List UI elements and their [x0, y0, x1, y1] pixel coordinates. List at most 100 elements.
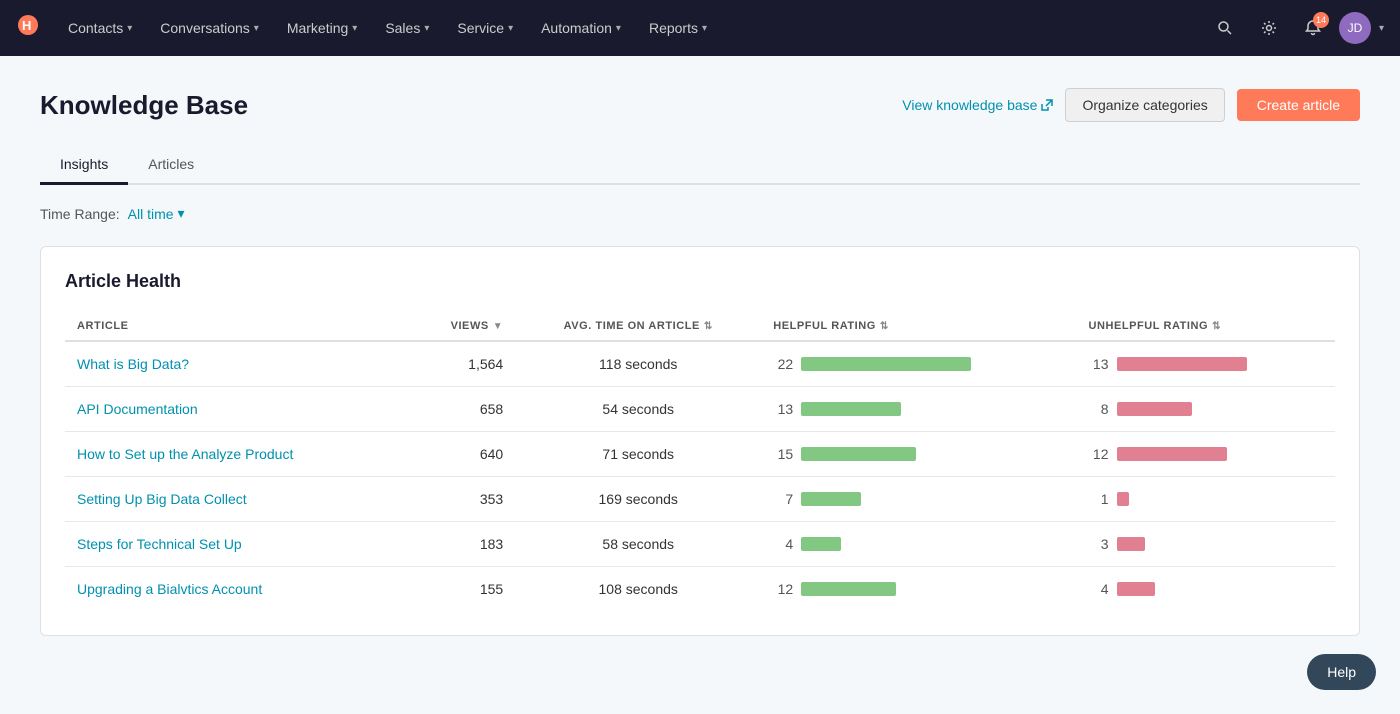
- chevron-down-icon: ▾: [178, 205, 185, 222]
- article-link[interactable]: Setting Up Big Data Collect: [77, 491, 247, 507]
- nav-automation[interactable]: Automation ▾: [529, 12, 633, 44]
- nav-right: 14 JD ▾: [1207, 10, 1384, 46]
- avg-time-sort-icon[interactable]: ⇅: [704, 321, 713, 332]
- td-avg-time: 58 seconds: [515, 522, 761, 567]
- unhelpful-bar: [1117, 402, 1192, 416]
- td-avg-time: 54 seconds: [515, 387, 761, 432]
- td-article: What is Big Data?: [65, 341, 406, 387]
- chevron-down-icon: ▾: [508, 23, 513, 34]
- unhelpful-sort-icon[interactable]: ⇅: [1212, 321, 1221, 332]
- td-helpful: 4: [761, 522, 1076, 567]
- unhelpful-num: 3: [1089, 536, 1109, 552]
- navbar: H Contacts ▾ Conversations ▾ Marketing ▾…: [0, 0, 1400, 56]
- unhelpful-bar: [1117, 357, 1247, 371]
- helpful-num: 13: [773, 401, 793, 417]
- td-views: 183: [406, 522, 515, 567]
- search-button[interactable]: [1207, 10, 1243, 46]
- helpful-num: 7: [773, 491, 793, 507]
- unhelpful-bar: [1117, 537, 1145, 551]
- nav-contacts[interactable]: Contacts ▾: [56, 12, 144, 44]
- td-avg-time: 71 seconds: [515, 432, 761, 477]
- article-link[interactable]: Upgrading a Bialvtics Account: [77, 581, 262, 597]
- tabs: Insights Articles: [40, 146, 1360, 185]
- unhelpful-bar: [1117, 492, 1129, 506]
- td-article: Upgrading a Bialvtics Account: [65, 567, 406, 612]
- helpful-sort-icon[interactable]: ⇅: [880, 321, 889, 332]
- article-health-title: Article Health: [65, 271, 1335, 292]
- article-link[interactable]: API Documentation: [77, 401, 198, 417]
- td-avg-time: 169 seconds: [515, 477, 761, 522]
- td-unhelpful: 8: [1077, 387, 1336, 432]
- td-unhelpful: 13: [1077, 341, 1336, 387]
- td-helpful: 13: [761, 387, 1076, 432]
- view-knowledge-base-link[interactable]: View knowledge base: [902, 97, 1053, 113]
- th-views: VIEWS ▼: [406, 312, 515, 341]
- avatar[interactable]: JD: [1339, 12, 1371, 44]
- chevron-down-icon: ▾: [254, 23, 259, 34]
- td-views: 1,564: [406, 341, 515, 387]
- chevron-down-icon: ▾: [702, 23, 707, 34]
- chevron-down-icon: ▾: [352, 23, 357, 34]
- helpful-num: 4: [773, 536, 793, 552]
- td-article: Steps for Technical Set Up: [65, 522, 406, 567]
- tab-insights[interactable]: Insights: [40, 146, 128, 185]
- nav-marketing[interactable]: Marketing ▾: [275, 12, 370, 44]
- nav-reports[interactable]: Reports ▾: [637, 12, 719, 44]
- td-helpful: 15: [761, 432, 1076, 477]
- time-range-label: Time Range:: [40, 206, 120, 222]
- td-helpful: 7: [761, 477, 1076, 522]
- article-link[interactable]: How to Set up the Analyze Product: [77, 446, 293, 462]
- td-views: 658: [406, 387, 515, 432]
- helpful-bar: [801, 582, 896, 596]
- settings-button[interactable]: [1251, 10, 1287, 46]
- chevron-down-icon: ▾: [616, 23, 621, 34]
- unhelpful-num: 13: [1089, 356, 1109, 372]
- td-views: 155: [406, 567, 515, 612]
- helpful-bar: [801, 357, 971, 371]
- th-article: ARTICLE: [65, 312, 406, 341]
- hubspot-logo[interactable]: H: [16, 13, 40, 43]
- th-unhelpful: UNHELPFUL RATING ⇅: [1077, 312, 1336, 341]
- table-row: API Documentation 658 54 seconds 13 8: [65, 387, 1335, 432]
- article-link[interactable]: Steps for Technical Set Up: [77, 536, 242, 552]
- th-avg-time: AVG. TIME ON ARTICLE ⇅: [515, 312, 761, 341]
- helpful-num: 12: [773, 581, 793, 597]
- td-helpful: 12: [761, 567, 1076, 612]
- unhelpful-num: 1: [1089, 491, 1109, 507]
- table-row: How to Set up the Analyze Product 640 71…: [65, 432, 1335, 477]
- td-unhelpful: 1: [1077, 477, 1336, 522]
- td-avg-time: 118 seconds: [515, 341, 761, 387]
- help-button[interactable]: Help: [1307, 654, 1376, 690]
- notification-badge: 14: [1313, 12, 1329, 28]
- td-views: 640: [406, 432, 515, 477]
- nav-sales[interactable]: Sales ▾: [373, 12, 441, 44]
- nav-service[interactable]: Service ▾: [445, 12, 525, 44]
- table-row: Upgrading a Bialvtics Account 155 108 se…: [65, 567, 1335, 612]
- article-health-card: Article Health ARTICLE VIEWS ▼: [40, 246, 1360, 636]
- helpful-num: 15: [773, 446, 793, 462]
- chevron-down-icon: ▾: [424, 23, 429, 34]
- article-link[interactable]: What is Big Data?: [77, 356, 189, 372]
- svg-text:H: H: [22, 18, 31, 33]
- user-menu-chevron[interactable]: ▾: [1379, 23, 1384, 34]
- td-unhelpful: 12: [1077, 432, 1336, 477]
- unhelpful-num: 4: [1089, 581, 1109, 597]
- table-row: What is Big Data? 1,564 118 seconds 22 1…: [65, 341, 1335, 387]
- helpful-bar: [801, 402, 901, 416]
- table-row: Steps for Technical Set Up 183 58 second…: [65, 522, 1335, 567]
- th-helpful: HELPFUL RATING ⇅: [761, 312, 1076, 341]
- tab-articles[interactable]: Articles: [128, 146, 214, 185]
- unhelpful-bar: [1117, 582, 1155, 596]
- create-article-button[interactable]: Create article: [1237, 89, 1360, 121]
- unhelpful-num: 8: [1089, 401, 1109, 417]
- chevron-down-icon: ▾: [127, 23, 132, 34]
- helpful-bar: [801, 492, 861, 506]
- td-unhelpful: 4: [1077, 567, 1336, 612]
- views-sort-icon[interactable]: ▼: [493, 321, 503, 332]
- time-range-dropdown[interactable]: All time ▾: [128, 205, 185, 222]
- header-actions: View knowledge base Organize categories …: [902, 88, 1360, 122]
- notifications-button[interactable]: 14: [1295, 10, 1331, 46]
- organize-categories-button[interactable]: Organize categories: [1065, 88, 1224, 122]
- table-header-row: ARTICLE VIEWS ▼ AVG. TIME ON ARTICLE ⇅: [65, 312, 1335, 341]
- nav-conversations[interactable]: Conversations ▾: [148, 12, 271, 44]
